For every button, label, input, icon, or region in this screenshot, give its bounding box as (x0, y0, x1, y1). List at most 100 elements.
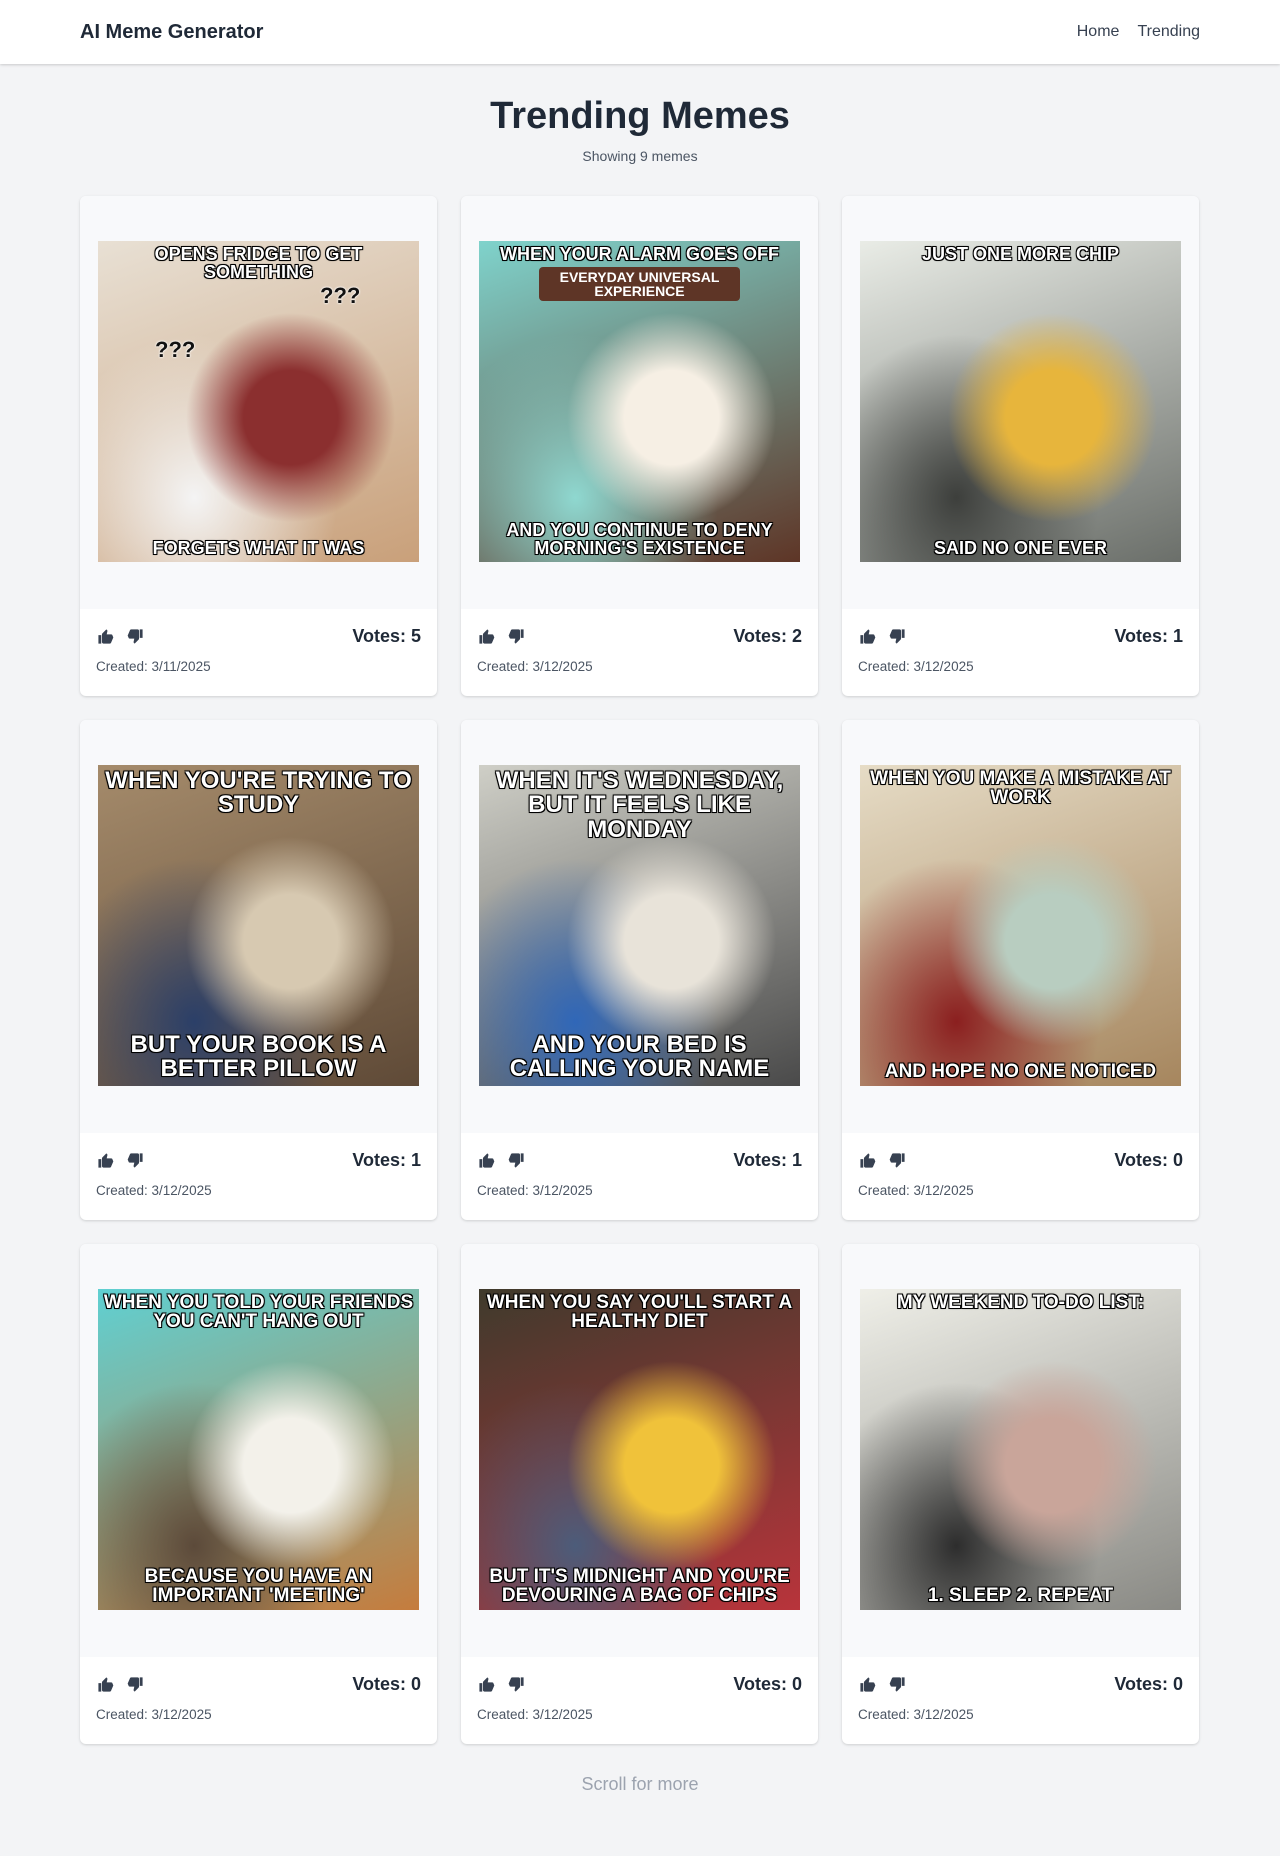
card-footer: Votes: 0 Created: 3/12/2025 (842, 1133, 1199, 1198)
vote-buttons (477, 628, 525, 646)
nav-link-home[interactable]: Home (1077, 23, 1120, 41)
meme-image[interactable]: My weekend to-do list: 1. Sleep 2. Repea… (860, 1288, 1181, 1610)
meme-image[interactable]: When you told your friends you can't han… (98, 1288, 419, 1610)
meme-card: When you're trying to study But your boo… (80, 719, 437, 1220)
meme-image-area: My weekend to-do list: 1. Sleep 2. Repea… (842, 1243, 1199, 1657)
meme-card: When you make a mistake at work And hope… (842, 719, 1199, 1220)
thumbs-up-icon[interactable] (96, 1676, 114, 1694)
thumbs-down-icon[interactable] (888, 628, 906, 646)
nav-link-trending[interactable]: Trending (1137, 23, 1200, 41)
meme-image[interactable]: When you make a mistake at work And hope… (860, 764, 1181, 1086)
meme-artwork (98, 1288, 419, 1610)
thumbs-down-icon[interactable] (888, 1676, 906, 1694)
meme-top-text: When you're trying to study (105, 766, 412, 819)
thumbs-up-icon[interactable] (858, 1152, 876, 1170)
vote-row: Votes: 0 (96, 1673, 421, 1697)
meme-image[interactable]: When your alarm goes off And you continu… (479, 240, 800, 562)
meme-image[interactable]: When you're trying to study But your boo… (98, 764, 419, 1086)
thumbs-down-icon[interactable] (507, 1152, 525, 1170)
meme-image-area: When you told your friends you can't han… (80, 1243, 437, 1657)
meme-artwork (860, 240, 1181, 562)
nav-links: Home Trending (1077, 23, 1200, 41)
vote-row: Votes: 0 (858, 1149, 1183, 1173)
vote-count: Votes: 0 (352, 1674, 421, 1695)
card-footer: Votes: 0 Created: 3/12/2025 (80, 1657, 437, 1722)
vote-row: Votes: 0 (477, 1673, 802, 1697)
meme-bottom-text: Because you have an important 'meeting' (144, 1565, 373, 1607)
created-date: Created: 3/12/2025 (477, 1182, 593, 1198)
thumbs-up-icon[interactable] (96, 628, 114, 646)
created-date: Created: 3/12/2025 (858, 658, 974, 674)
thumbs-up-icon[interactable] (477, 1676, 495, 1694)
meme-overlay-text: EVERYDAY UNIVERSAL EXPERIENCE (539, 266, 740, 302)
meme-artwork (479, 1288, 800, 1610)
thumbs-down-icon[interactable] (507, 1676, 525, 1694)
card-footer: Votes: 0 Created: 3/12/2025 (461, 1657, 818, 1722)
card-footer: Votes: 5 Created: 3/11/2025 (80, 609, 437, 674)
meme-image-area: When it's Wednesday, but it feels like M… (461, 719, 818, 1133)
meme-top-text: When you told your friends you can't han… (103, 1291, 414, 1332)
created-date: Created: 3/12/2025 (858, 1182, 974, 1198)
meme-image[interactable]: Opens fridge to get something Forgets wh… (98, 240, 419, 562)
vote-count: Votes: 1 (733, 1150, 802, 1171)
meme-bottom-text: But it's midnight and you're devouring a… (489, 1565, 790, 1607)
vote-buttons (477, 1676, 525, 1694)
meme-top-text: When your alarm goes off (500, 243, 779, 264)
meme-artwork (860, 764, 1181, 1086)
meme-bottom-text: Forgets what it was (152, 538, 365, 559)
meme-bottom-text: And your bed is calling your name (509, 1030, 770, 1083)
page-header: Trending Memes Showing 9 memes (0, 64, 1280, 164)
thumbs-down-icon[interactable] (888, 1152, 906, 1170)
vote-row: Votes: 1 (96, 1149, 421, 1173)
meme-image-area: Just one more chip Said no one ever (842, 195, 1199, 609)
thumbs-up-icon[interactable] (96, 1152, 114, 1170)
vote-buttons (858, 1676, 906, 1694)
meme-count: Showing 9 memes (582, 147, 698, 164)
thumbs-up-icon[interactable] (858, 628, 876, 646)
vote-count: Votes: 2 (733, 626, 802, 647)
vote-buttons (477, 1152, 525, 1170)
thumbs-up-icon[interactable] (477, 1152, 495, 1170)
vote-count: Votes: 0 (1114, 1674, 1183, 1695)
thumbs-down-icon[interactable] (126, 1676, 144, 1694)
card-footer: Votes: 0 Created: 3/12/2025 (842, 1657, 1199, 1722)
vote-buttons (96, 1676, 144, 1694)
thumbs-down-icon[interactable] (507, 628, 525, 646)
vote-row: Votes: 5 (96, 625, 421, 649)
meme-overlay-text: ??? (320, 282, 361, 308)
vote-row: Votes: 1 (858, 625, 1183, 649)
thumbs-up-icon[interactable] (477, 628, 495, 646)
meme-image[interactable]: When you say you'll start a healthy diet… (479, 1288, 800, 1610)
created-date: Created: 3/12/2025 (858, 1706, 974, 1722)
thumbs-down-icon[interactable] (126, 1152, 144, 1170)
meme-card: When you say you'll start a healthy diet… (461, 1243, 818, 1744)
thumbs-up-icon[interactable] (858, 1676, 876, 1694)
meme-top-text: When you make a mistake at work (870, 767, 1171, 808)
meme-bottom-text: And hope no one noticed (884, 1061, 1157, 1083)
card-footer: Votes: 1 Created: 3/12/2025 (80, 1133, 437, 1198)
card-footer: Votes: 1 Created: 3/12/2025 (461, 1133, 818, 1198)
created-date: Created: 3/12/2025 (96, 1182, 212, 1198)
scroll-for-more: Scroll for more (581, 1773, 699, 1794)
thumbs-down-icon[interactable] (126, 628, 144, 646)
meme-bottom-text: Said no one ever (933, 538, 1108, 559)
meme-image[interactable]: When it's Wednesday, but it feels like M… (479, 764, 800, 1086)
meme-top-text: Opens fridge to get something (154, 243, 363, 282)
vote-buttons (96, 628, 144, 646)
meme-image[interactable]: Just one more chip Said no one ever (860, 240, 1181, 562)
meme-card: Opens fridge to get something Forgets wh… (80, 195, 437, 696)
meme-top-text: Just one more chip (921, 243, 1120, 264)
created-date: Created: 3/11/2025 (96, 658, 211, 674)
meme-bottom-text: But your book is a better pillow (130, 1030, 387, 1083)
brand-title[interactable]: AI Meme Generator (80, 21, 263, 44)
meme-top-text: My weekend to-do list: (896, 1291, 1145, 1313)
meme-artwork (860, 1288, 1181, 1610)
created-date: Created: 3/12/2025 (477, 1706, 593, 1722)
meme-bottom-text: 1. Sleep 2. Repeat (927, 1585, 1114, 1607)
meme-image-area: When you're trying to study But your boo… (80, 719, 437, 1133)
navbar: AI Meme Generator Home Trending (0, 0, 1280, 64)
vote-count: Votes: 1 (352, 1150, 421, 1171)
vote-row: Votes: 2 (477, 625, 802, 649)
card-footer: Votes: 1 Created: 3/12/2025 (842, 609, 1199, 674)
meme-card: When your alarm goes off And you continu… (461, 195, 818, 696)
